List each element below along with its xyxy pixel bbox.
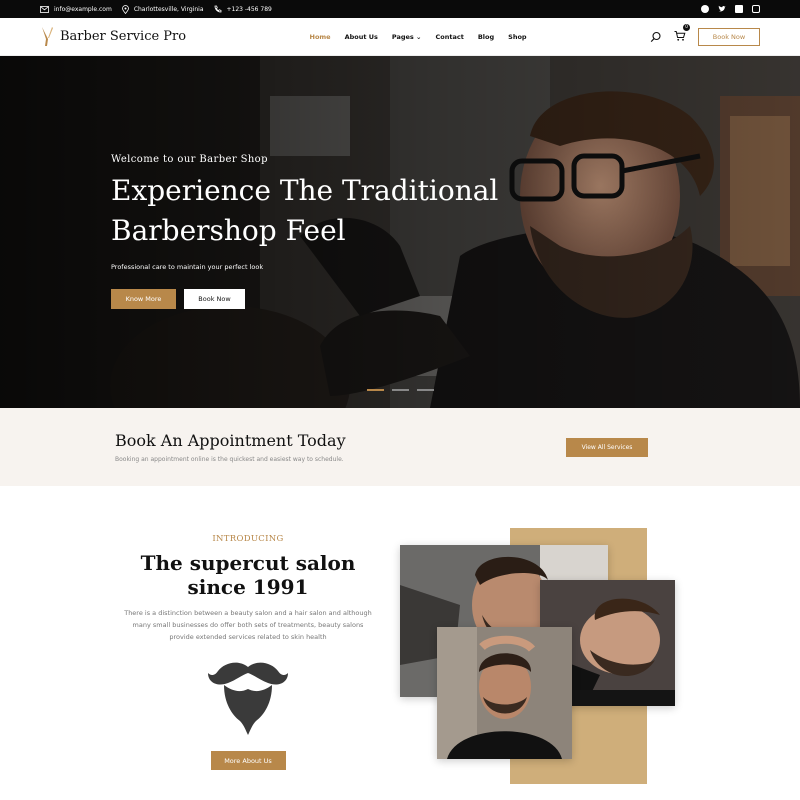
main-header: Barber Service Pro Home About Us Pages ⌄… — [0, 18, 800, 56]
appointment-text: Book An Appointment Today Booking an app… — [115, 431, 346, 463]
cart-icon — [674, 31, 686, 41]
cart-button[interactable]: 0 — [674, 24, 690, 46]
nav-home[interactable]: Home — [310, 33, 331, 41]
search-icon[interactable] — [650, 31, 662, 43]
collage-photo-client — [437, 627, 572, 759]
hero-title-line1: Experience The Traditional — [111, 174, 499, 207]
intro-content: INTRODUCING The supercut salon since 199… — [120, 534, 376, 770]
appointment-banner: Book An Appointment Today Booking an app… — [0, 408, 800, 486]
mustache-beard-icon — [208, 662, 288, 735]
phone-text: +123 -456 789 — [226, 5, 272, 13]
contact-info: info@example.com Charlottesville, Virgin… — [40, 4, 272, 14]
social-links — [701, 5, 760, 13]
twitter-icon[interactable] — [718, 5, 726, 13]
facebook-icon[interactable] — [701, 5, 709, 13]
hero-content: Welcome to our Barber Shop Experience Th… — [111, 154, 498, 309]
hero-book-now-button[interactable]: Book Now — [184, 289, 245, 309]
email-contact[interactable]: info@example.com — [40, 6, 112, 13]
slider-dot[interactable] — [367, 389, 384, 391]
instagram-icon[interactable] — [752, 5, 760, 13]
intro-kicker: INTRODUCING — [212, 534, 284, 544]
slider-pagination — [367, 389, 434, 391]
mail-icon — [40, 5, 49, 13]
know-more-button[interactable]: Know More — [111, 289, 176, 309]
location-contact: Charlottesville, Virginia — [121, 4, 204, 14]
appointment-subtitle: Booking an appointment online is the qui… — [115, 456, 344, 463]
nav-about-us[interactable]: About Us — [345, 33, 378, 41]
top-info-bar: info@example.com Charlottesville, Virgin… — [0, 0, 800, 18]
phone-icon — [214, 5, 221, 13]
hero-title-line2: Barbershop Feel — [111, 214, 346, 247]
intro-description: There is a distinction between a beauty … — [124, 609, 372, 641]
phone-contact[interactable]: +123 -456 789 — [214, 5, 272, 13]
nav-shop[interactable]: Shop — [508, 33, 526, 41]
hero-welcome-text: Welcome to our Barber Shop — [111, 154, 268, 165]
nav-contact[interactable]: Contact — [436, 33, 464, 41]
cart-count-badge: 0 — [683, 24, 690, 31]
header-actions: 0 Book Now — [650, 24, 760, 46]
view-all-services-button[interactable]: View All Services — [566, 437, 648, 457]
hero-buttons: Know More Book Now — [111, 289, 498, 309]
hero-title: Experience The Traditional Barbershop Fe… — [111, 171, 498, 251]
intro-section: INTRODUCING The supercut salon since 199… — [0, 486, 800, 800]
main-nav: Home About Us Pages ⌄ Contact Blog Shop — [310, 33, 527, 41]
email-text: info@example.com — [54, 5, 112, 13]
nav-blog[interactable]: Blog — [478, 33, 494, 41]
logo-text: Barber Service Pro — [60, 29, 187, 44]
hero-slider: Welcome to our Barber Shop Experience Th… — [0, 56, 800, 408]
hero-subtitle: Professional care to maintain your perfe… — [111, 263, 264, 271]
nav-pages[interactable]: Pages ⌄ — [392, 33, 422, 41]
map-pin-icon — [121, 4, 129, 14]
slider-dot[interactable] — [392, 389, 409, 391]
appointment-title: Book An Appointment Today — [115, 431, 346, 450]
site-logo[interactable]: Barber Service Pro — [40, 26, 186, 48]
more-about-us-button[interactable]: More About Us — [210, 751, 286, 770]
slider-dot[interactable] — [417, 389, 434, 391]
header-book-now-button[interactable]: Book Now — [698, 27, 760, 46]
linkedin-icon[interactable] — [735, 5, 743, 13]
razor-logo-icon — [42, 26, 53, 46]
location-text: Charlottesville, Virginia — [133, 5, 204, 13]
intro-title: The supercut salon since 1991 — [140, 551, 356, 599]
